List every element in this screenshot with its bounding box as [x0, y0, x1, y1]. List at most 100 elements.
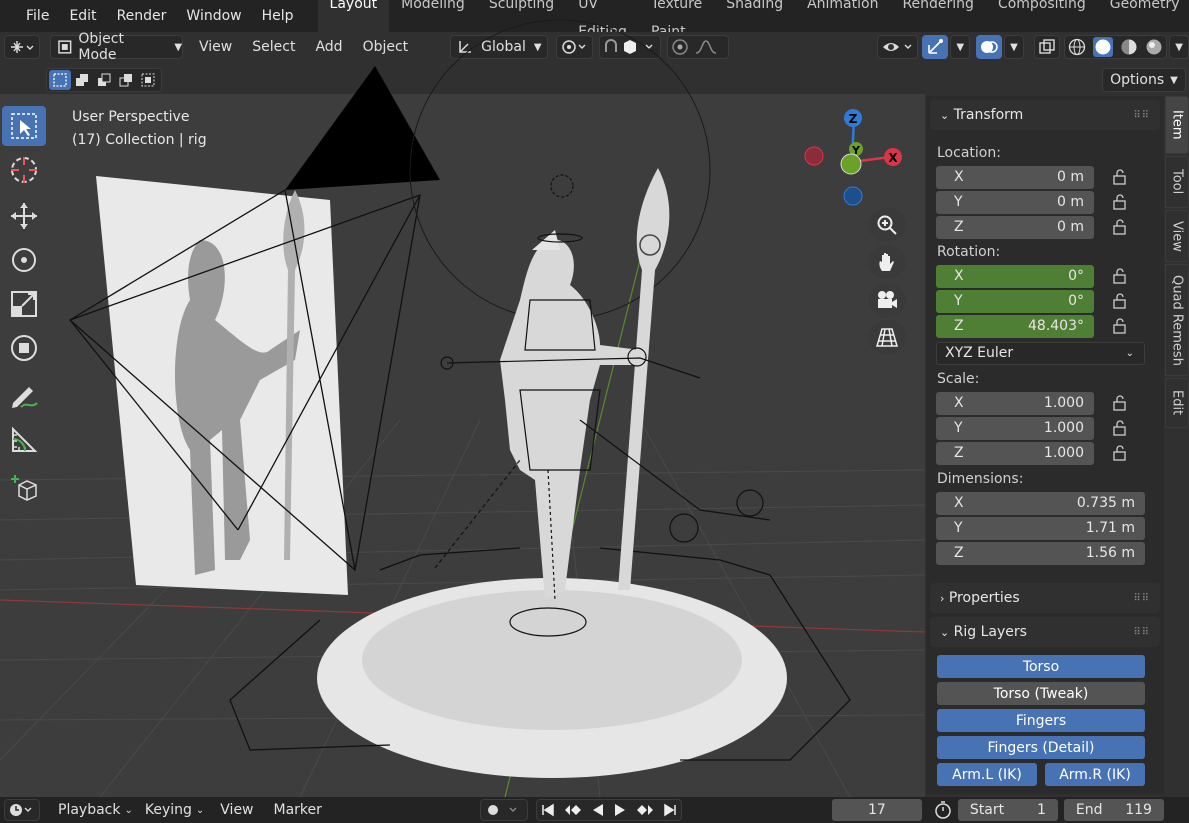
stopwatch-icon[interactable]	[934, 801, 952, 819]
arm-layer-row: Arm.L (IK) Arm.R (IK)	[937, 763, 1164, 786]
overlays-toggle-button[interactable]	[976, 35, 1002, 59]
drag-handle-icon[interactable]: ⠿⠿	[1133, 110, 1150, 121]
rotate-tool[interactable]	[2, 240, 46, 280]
jump-end-icon[interactable]	[663, 803, 677, 817]
rotation-x-field[interactable]: X 0°	[936, 264, 1094, 288]
gizmo-neg-z[interactable]	[843, 186, 863, 206]
lock-icon[interactable]	[1112, 194, 1130, 210]
playback-controls	[535, 799, 682, 821]
drag-handle-icon[interactable]: ⠿⠿	[1133, 627, 1150, 638]
select-box-tool[interactable]	[2, 106, 46, 146]
axis-label: X	[954, 268, 964, 284]
active-object-info: (17) Collection | rig	[72, 132, 207, 148]
wireframe-shading-icon[interactable]	[1068, 38, 1086, 56]
lock-icon[interactable]	[1112, 420, 1130, 436]
perspective-toggle-button[interactable]	[868, 320, 906, 354]
tab-quad-remesh[interactable]: Quad Remesh	[1165, 264, 1189, 376]
sidebar-tabs: Item Tool View Quad Remesh Edit	[1165, 96, 1189, 430]
menu-view[interactable]: View	[212, 802, 261, 818]
layer-arm-r-ik-button[interactable]: Arm.R (IK)	[1045, 763, 1145, 786]
solid-shading-icon[interactable]	[1093, 37, 1114, 57]
properties-title: Properties	[948, 590, 1020, 606]
gizmo-neg-x[interactable]	[804, 146, 824, 166]
navigation-gizmo[interactable]: Z Y X	[800, 104, 910, 214]
scale-x-field[interactable]: X 1.000	[936, 391, 1094, 415]
gizmo-z-label: Z	[849, 112, 858, 126]
timeline-editor-type[interactable]	[4, 799, 40, 821]
tab-view[interactable]: View	[1165, 210, 1189, 262]
menu-keying[interactable]: Keying	[137, 802, 200, 818]
menu-marker[interactable]: Marker	[266, 802, 330, 818]
location-z-field[interactable]: Z 0 m	[936, 215, 1094, 239]
material-preview-icon[interactable]	[1120, 38, 1138, 56]
lock-icon[interactable]	[1112, 445, 1130, 461]
chevron-down-icon: ⌄	[1125, 347, 1134, 359]
field-value: 0°	[1068, 293, 1084, 309]
end-frame-field[interactable]: End 119	[1063, 799, 1164, 821]
base-disc-shade	[362, 590, 742, 730]
cursor-tool[interactable]	[2, 150, 46, 190]
layer-torso-button[interactable]: Torso	[937, 655, 1145, 678]
play-reverse-icon[interactable]	[591, 803, 605, 817]
options-dropdown[interactable]: Options ▼	[1102, 68, 1186, 92]
pan-button[interactable]	[868, 245, 906, 279]
location-y-field[interactable]: Y 0 m	[936, 190, 1094, 214]
auto-keying-button[interactable]	[479, 799, 528, 821]
rotation-mode-select[interactable]: XYZ Euler ⌄	[936, 341, 1145, 365]
play-icon[interactable]	[613, 803, 627, 817]
tab-tool[interactable]: Tool	[1165, 156, 1189, 208]
dimension-y-field[interactable]: Y 1.71 m	[936, 516, 1145, 540]
transform-tool[interactable]	[2, 328, 46, 368]
tab-item[interactable]: Item	[1165, 96, 1189, 154]
dimension-x-field[interactable]: X 0.735 m	[936, 491, 1145, 515]
layer-torso-tweak-button[interactable]: Torso (Tweak)	[937, 682, 1145, 705]
drag-handle-icon[interactable]: ⠿⠿	[1133, 593, 1150, 604]
lock-icon[interactable]	[1112, 169, 1130, 185]
scale-label: Scale:	[937, 371, 980, 387]
annotate-tool[interactable]	[2, 376, 46, 416]
current-frame-field[interactable]: 17	[831, 799, 922, 821]
rotation-z-field[interactable]: Z 48.403°	[936, 314, 1094, 338]
lock-icon[interactable]	[1112, 268, 1130, 284]
dimension-z-field[interactable]: Z 1.56 m	[936, 541, 1145, 565]
menu-playback[interactable]: Playback	[50, 802, 128, 818]
shading-dropdown[interactable]: ▼	[1169, 35, 1189, 59]
rotation-y-field[interactable]: Y 0°	[936, 289, 1094, 313]
gizmo-dropdown[interactable]: ▼	[950, 35, 971, 59]
scale-z-field[interactable]: Z 1.000	[936, 441, 1094, 465]
layer-arm-l-ik-button[interactable]: Arm.L (IK)	[937, 763, 1037, 786]
camera-view-button[interactable]	[868, 283, 906, 317]
transform-panel-header[interactable]: ⌄ Transform ⠿⠿	[930, 100, 1160, 130]
location-x-field[interactable]: X 0 m	[936, 165, 1094, 189]
add-cube-tool[interactable]	[2, 468, 46, 508]
lock-icon[interactable]	[1112, 219, 1130, 235]
chevron-down-icon: ⌄	[940, 109, 950, 122]
properties-panel-header[interactable]: › Properties ⠿⠿	[930, 583, 1160, 613]
start-label: Start	[969, 802, 1005, 818]
lock-icon[interactable]	[1112, 395, 1130, 411]
rendered-shading-icon[interactable]	[1145, 38, 1163, 56]
chevron-right-icon: ›	[940, 592, 945, 605]
overlays-dropdown[interactable]: ▼	[1004, 35, 1024, 59]
jump-start-icon[interactable]	[541, 803, 555, 817]
xray-icon	[1039, 39, 1055, 54]
move-tool[interactable]	[2, 196, 46, 236]
gizmo-toggle-button[interactable]	[922, 35, 949, 59]
scale-y-field[interactable]: Y 1.000	[936, 416, 1094, 440]
rig-layers-panel-header[interactable]: ⌄ Rig Layers ⠿⠿	[930, 617, 1160, 647]
layer-fingers-button[interactable]: Fingers	[937, 709, 1145, 732]
measure-tool[interactable]	[2, 420, 46, 460]
lock-icon[interactable]	[1112, 318, 1130, 334]
xray-toggle-button[interactable]	[1033, 35, 1060, 59]
axis-label: Z	[954, 545, 964, 561]
scale-tool[interactable]	[2, 284, 46, 324]
lock-icon[interactable]	[1112, 293, 1130, 309]
gizmo-y[interactable]	[840, 153, 862, 175]
tab-edit[interactable]: Edit	[1165, 378, 1189, 428]
layer-fingers-detail-button[interactable]: Fingers (Detail)	[937, 736, 1145, 759]
next-keyframe-icon[interactable]	[636, 803, 654, 817]
zoom-button[interactable]	[868, 208, 906, 242]
location-y-row: Y 0 m	[936, 190, 1164, 214]
start-frame-field[interactable]: Start 1	[957, 799, 1058, 821]
prev-keyframe-icon[interactable]	[564, 803, 582, 817]
